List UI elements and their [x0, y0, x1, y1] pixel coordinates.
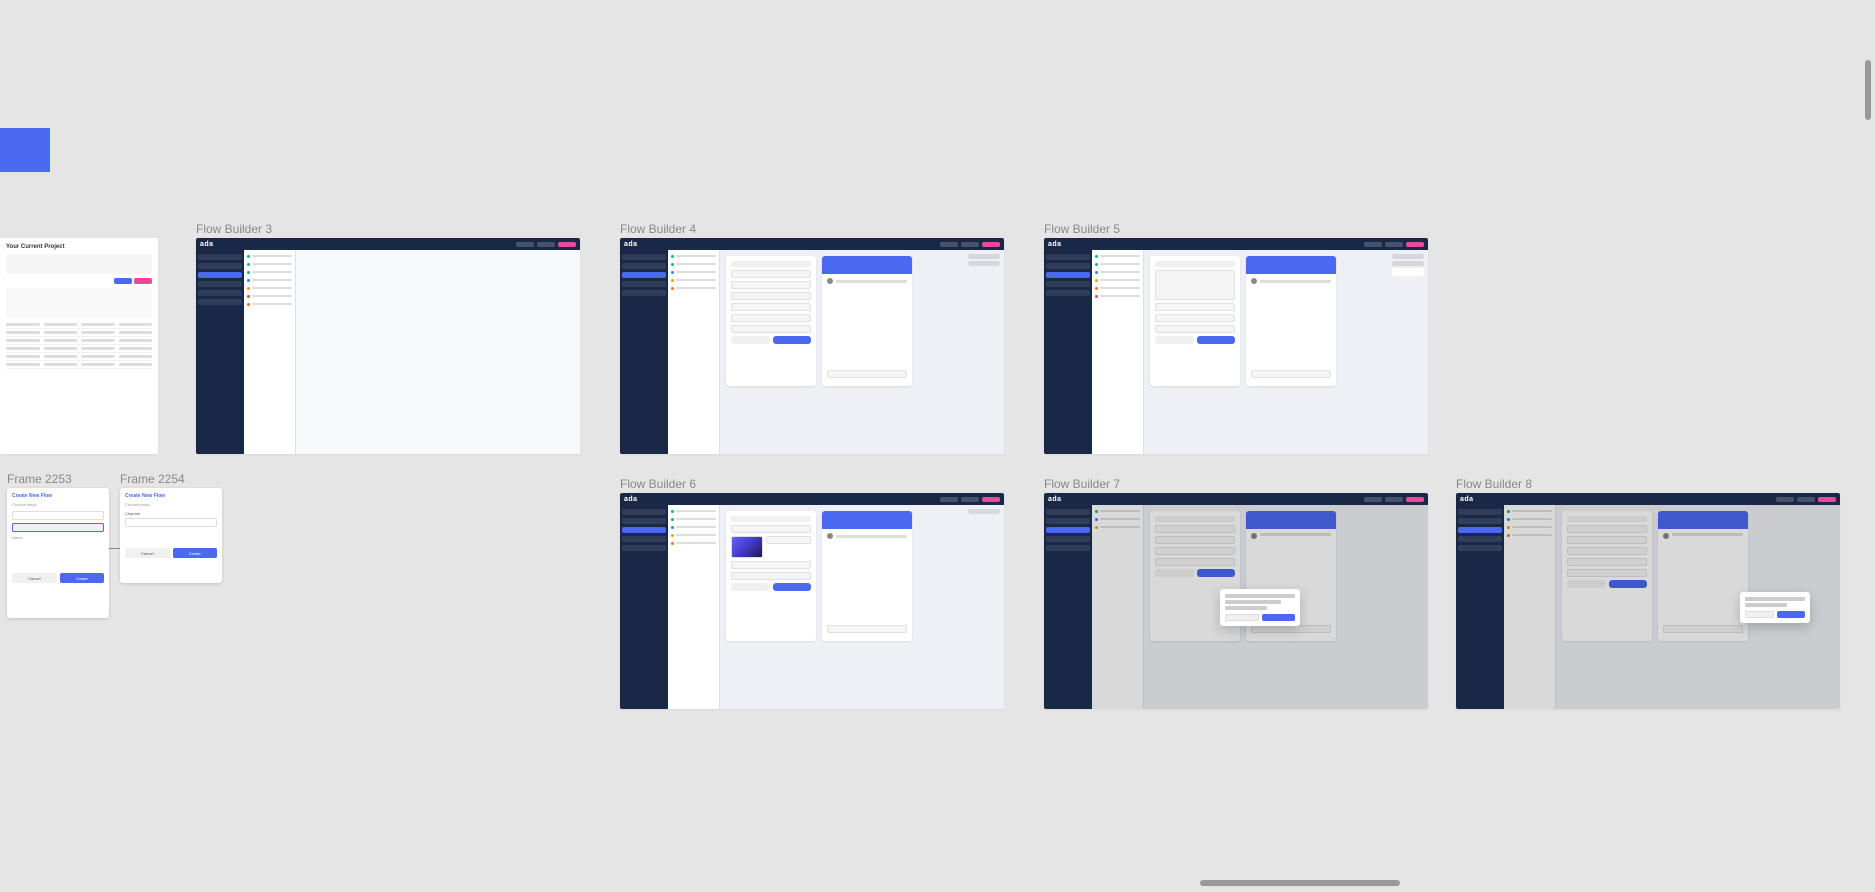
- dialog-confirm-button: [1262, 614, 1296, 621]
- dialog-cancel-button: [1225, 614, 1259, 621]
- frame-label-fb7[interactable]: Flow Builder 7: [1044, 477, 1120, 491]
- frame-label-2253[interactable]: Frame 2253: [7, 472, 72, 486]
- cancel-button: Cancel: [125, 548, 170, 558]
- horizontal-scrollbar[interactable]: [1200, 880, 1400, 886]
- frame-2254-create-flow[interactable]: Create New Flow Choose setup Channel Can…: [120, 488, 222, 583]
- brand-logo: ada: [200, 241, 214, 248]
- confirm-dialog-overlay: [1092, 505, 1428, 709]
- frame-fb7[interactable]: ada: [1044, 493, 1428, 709]
- preview-card: [822, 256, 912, 386]
- selected-frame-tag: [0, 128, 50, 172]
- channel-selected: [12, 523, 104, 532]
- frame-2253-create-flow[interactable]: Create New Flow Choose setup Name Cancel…: [7, 488, 109, 618]
- appearance-form-card: [726, 256, 816, 386]
- channel-select: [125, 518, 217, 527]
- frame-label-fb5[interactable]: Flow Builder 5: [1044, 222, 1120, 236]
- frame-fb3[interactable]: ada: [196, 238, 580, 454]
- frame-partial-table[interactable]: Your Current Project: [0, 238, 158, 454]
- channel-select: [12, 511, 104, 520]
- modal-title: Create New Flow: [12, 493, 104, 499]
- frame-label-fb3[interactable]: Flow Builder 3: [196, 222, 272, 236]
- frame-fb6[interactable]: ada: [620, 493, 1004, 709]
- table-partial-content: Your Current Project: [0, 238, 158, 454]
- frame-fb5[interactable]: ada: [1044, 238, 1428, 454]
- table-title: Your Current Project: [6, 244, 152, 250]
- flow-canvas-empty: [296, 250, 580, 454]
- frame-label-2254[interactable]: Frame 2254: [120, 472, 185, 486]
- flow-connector: [109, 548, 120, 549]
- figma-canvas[interactable]: Your Current Project Flow Builder 3 ada: [0, 0, 1875, 892]
- frame-label-fb6[interactable]: Flow Builder 6: [620, 477, 696, 491]
- sidebar-item-flow-builder: [198, 272, 242, 278]
- vertical-scrollbar[interactable]: [1865, 60, 1871, 120]
- confirm-dialog: [1220, 589, 1300, 626]
- create-button: Create: [60, 573, 105, 583]
- cancel-button: Cancel: [12, 573, 57, 583]
- create-button: Create: [173, 548, 218, 558]
- tools-panel: [244, 250, 296, 454]
- frame-label-fb4[interactable]: Flow Builder 4: [620, 222, 696, 236]
- dialog-cancel-button: [1745, 611, 1774, 618]
- color-picker: [731, 536, 763, 558]
- save-button: [773, 336, 812, 344]
- frame-fb8[interactable]: ada: [1456, 493, 1840, 709]
- frame-fb4[interactable]: ada: [620, 238, 1004, 454]
- frame-label-fb8[interactable]: Flow Builder 8: [1456, 477, 1532, 491]
- dialog-save-button: [1777, 611, 1806, 618]
- cancel-button: [731, 336, 770, 344]
